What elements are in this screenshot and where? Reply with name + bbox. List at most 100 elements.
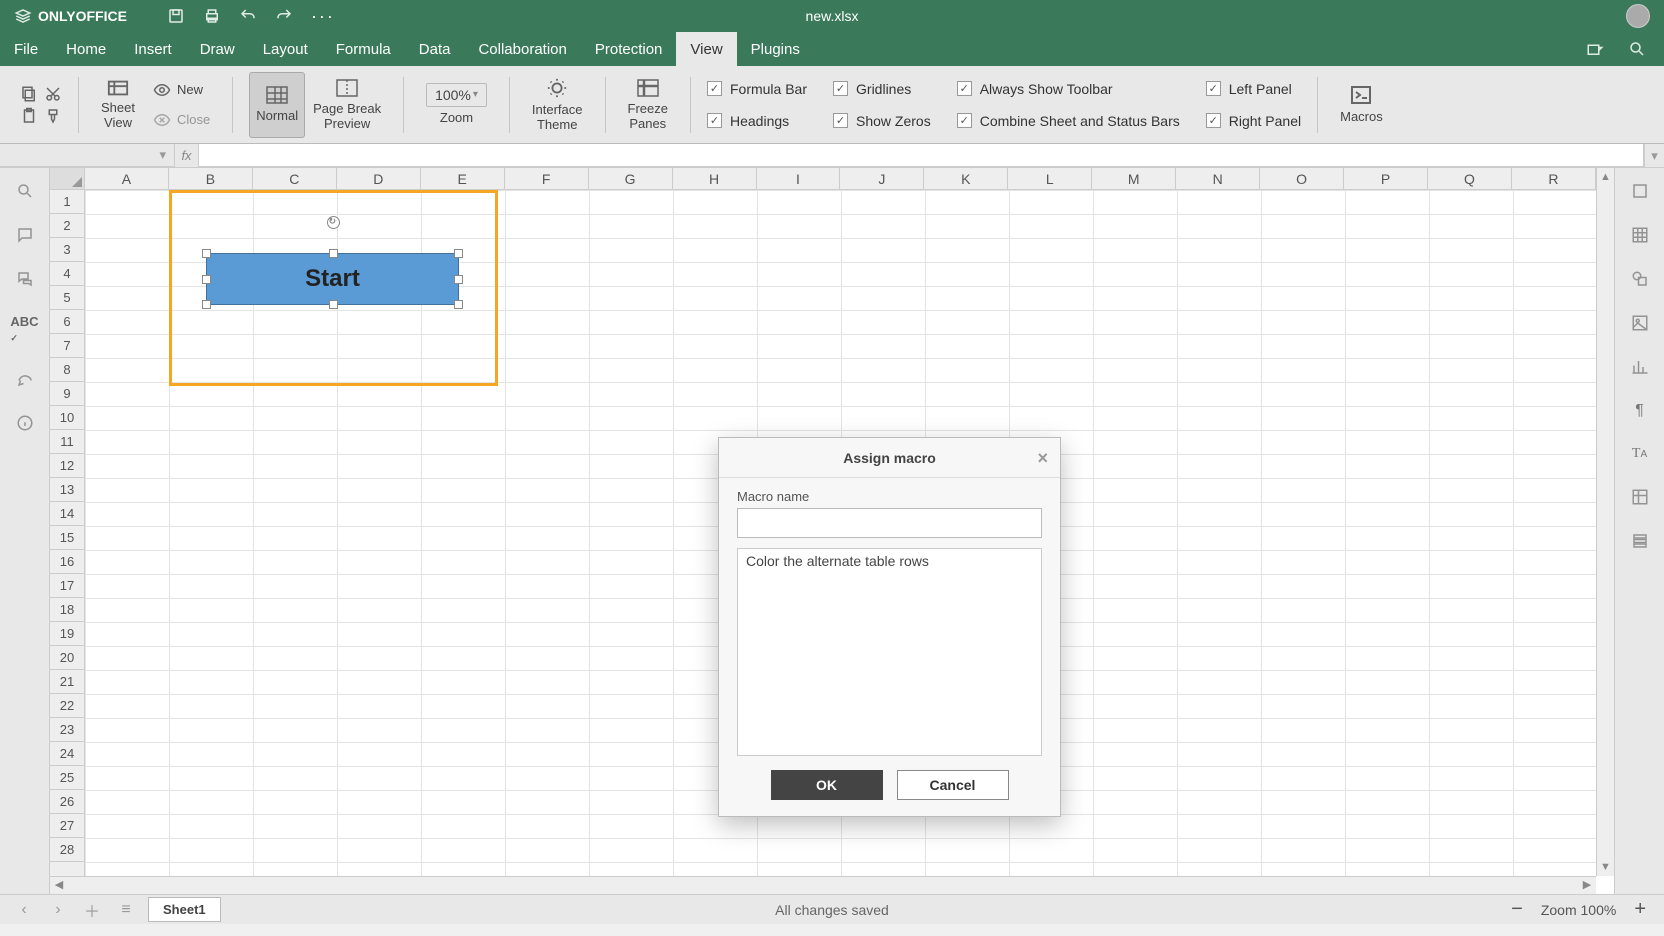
close-view-button[interactable]: Close [147, 107, 216, 133]
table-settings-icon[interactable] [1631, 226, 1649, 244]
row-header[interactable]: 21 [50, 670, 84, 694]
zoom-out-icon[interactable]: − [1511, 898, 1523, 921]
row-header[interactable]: 13 [50, 478, 84, 502]
spreadsheet[interactable]: ABCDEFGHIJKLMNOPQR 123456789101112131415… [50, 168, 1614, 894]
macro-list-item[interactable]: Color the alternate table rows [738, 549, 1041, 573]
check-show-zeros[interactable]: ✓Show Zeros [833, 110, 931, 132]
row-header[interactable]: 26 [50, 790, 84, 814]
formula-input[interactable] [199, 144, 1644, 167]
new-view-button[interactable]: New [147, 77, 216, 103]
name-box[interactable]: ▾ [0, 144, 175, 167]
ok-button[interactable]: OK [771, 770, 883, 800]
chat-icon[interactable] [16, 270, 34, 288]
start-shape[interactable]: Start [206, 253, 459, 305]
prev-sheet-icon[interactable]: ‹ [12, 901, 36, 919]
comments-icon[interactable] [16, 226, 34, 244]
tab-file[interactable]: File [0, 32, 52, 66]
format-painter-icon[interactable] [44, 107, 62, 125]
tab-plugins[interactable]: Plugins [737, 32, 814, 66]
col-header[interactable]: B [169, 168, 253, 189]
copy-icon[interactable] [20, 85, 38, 103]
row-header[interactable]: 20 [50, 646, 84, 670]
col-header[interactable]: H [673, 168, 757, 189]
horizontal-scrollbar[interactable]: ◀ ▶ [50, 876, 1596, 894]
col-header[interactable]: C [253, 168, 337, 189]
row-header[interactable]: 10 [50, 406, 84, 430]
col-header[interactable]: M [1092, 168, 1176, 189]
row-header[interactable]: 28 [50, 838, 84, 862]
macro-list[interactable]: Color the alternate table rows [737, 548, 1042, 756]
row-header[interactable]: 3 [50, 238, 84, 262]
col-header[interactable]: F [505, 168, 589, 189]
row-header[interactable]: 2 [50, 214, 84, 238]
open-location-icon[interactable] [1586, 40, 1604, 58]
tab-view[interactable]: View [676, 32, 736, 66]
image-settings-icon[interactable] [1631, 314, 1649, 332]
col-header[interactable]: L [1008, 168, 1092, 189]
print-icon[interactable] [203, 7, 221, 25]
user-avatar[interactable] [1626, 4, 1650, 28]
tab-collaboration[interactable]: Collaboration [464, 32, 580, 66]
tab-formula[interactable]: Formula [322, 32, 405, 66]
col-header[interactable]: J [840, 168, 924, 189]
scroll-right-icon[interactable]: ▶ [1578, 877, 1596, 894]
row-header[interactable]: 18 [50, 598, 84, 622]
search-icon[interactable] [16, 182, 34, 200]
paste-icon[interactable] [20, 107, 38, 125]
row-header[interactable]: 22 [50, 694, 84, 718]
macro-name-input[interactable] [737, 508, 1042, 538]
tab-draw[interactable]: Draw [186, 32, 249, 66]
tab-data[interactable]: Data [405, 32, 465, 66]
row-header[interactable]: 5 [50, 286, 84, 310]
column-headers[interactable]: ABCDEFGHIJKLMNOPQR [85, 168, 1596, 190]
scroll-down-icon[interactable]: ▼ [1597, 858, 1614, 876]
slicer-settings-icon[interactable] [1631, 532, 1649, 550]
col-header[interactable]: D [337, 168, 421, 189]
scroll-up-icon[interactable]: ▲ [1597, 168, 1614, 186]
col-header[interactable]: O [1260, 168, 1344, 189]
row-header[interactable]: 19 [50, 622, 84, 646]
sheet-list-icon[interactable]: ≡ [114, 901, 138, 919]
scroll-left-icon[interactable]: ◀ [50, 877, 68, 894]
row-header[interactable]: 23 [50, 718, 84, 742]
save-icon[interactable] [167, 7, 185, 25]
tab-protection[interactable]: Protection [581, 32, 677, 66]
info-icon[interactable] [16, 414, 34, 432]
col-header[interactable]: P [1344, 168, 1428, 189]
select-all-corner[interactable] [50, 168, 85, 190]
freeze-panes-button[interactable]: Freeze Panes [622, 72, 674, 138]
macros-button[interactable]: Macros [1334, 72, 1389, 138]
rotate-handle[interactable] [327, 216, 340, 229]
formula-expand[interactable]: ▾ [1644, 144, 1664, 167]
redo-icon[interactable] [275, 7, 293, 25]
cell-settings-icon[interactable] [1631, 182, 1649, 200]
cut-icon[interactable] [44, 85, 62, 103]
col-header[interactable]: A [85, 168, 169, 189]
check-combine-bars[interactable]: ✓Combine Sheet and Status Bars [957, 110, 1180, 132]
search-icon[interactable] [1628, 40, 1646, 58]
row-header[interactable]: 1 [50, 190, 84, 214]
row-header[interactable]: 6 [50, 310, 84, 334]
textart-settings-icon[interactable]: TA [1632, 446, 1647, 462]
row-header[interactable]: 9 [50, 382, 84, 406]
paragraph-settings-icon[interactable]: ¶ [1635, 402, 1644, 420]
shape-settings-icon[interactable] [1631, 270, 1649, 288]
row-header[interactable]: 8 [50, 358, 84, 382]
row-header[interactable]: 14 [50, 502, 84, 526]
check-formula-bar[interactable]: ✓Formula Bar [707, 78, 807, 100]
tab-layout[interactable]: Layout [249, 32, 322, 66]
page-break-button[interactable]: Page Break Preview [307, 72, 387, 138]
cancel-button[interactable]: Cancel [897, 770, 1009, 800]
chart-settings-icon[interactable] [1631, 358, 1649, 376]
row-header[interactable]: 7 [50, 334, 84, 358]
row-header[interactable]: 4 [50, 262, 84, 286]
check-always-toolbar[interactable]: ✓Always Show Toolbar [957, 78, 1180, 100]
check-left-panel[interactable]: ✓Left Panel [1206, 78, 1301, 100]
check-headings[interactable]: ✓Headings [707, 110, 807, 132]
interface-theme-button[interactable]: Interface Theme [526, 72, 589, 138]
zoom-button[interactable]: 100%▾ Zoom [420, 72, 493, 138]
row-header[interactable]: 16 [50, 550, 84, 574]
sheet-view-button[interactable]: Sheet View [95, 72, 141, 138]
check-right-panel[interactable]: ✓Right Panel [1206, 110, 1301, 132]
row-header[interactable]: 24 [50, 742, 84, 766]
